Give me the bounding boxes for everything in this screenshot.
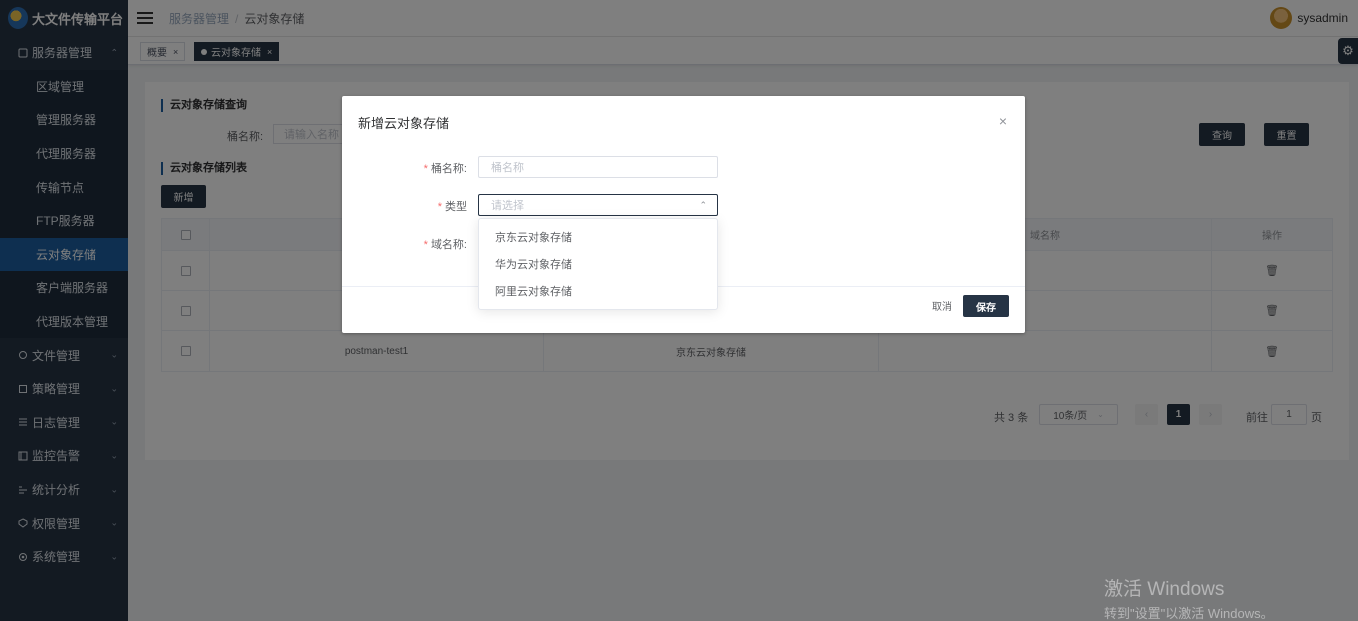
- type-label: * 类型: [342, 198, 467, 214]
- option-huawei-cloud[interactable]: 华为云对象存储: [479, 252, 717, 279]
- type-select-placeholder: 请选择: [491, 200, 524, 212]
- bucket-name-label: * 桶名称:: [342, 160, 467, 176]
- watermark-line1: 激活 Windows: [1104, 579, 1225, 600]
- option-jd-cloud[interactable]: 京东云对象存储: [479, 225, 717, 252]
- type-dropdown: 京东云对象存储 华为云对象存储 阿里云对象存储: [478, 218, 718, 310]
- label-text: 域名称:: [430, 239, 467, 251]
- watermark-line2: 转到"设置"以激活 Windows。: [1104, 606, 1274, 621]
- type-select[interactable]: 请选择 ⌃: [478, 194, 718, 216]
- bucket-name-input[interactable]: 桶名称: [478, 156, 718, 178]
- required-mark: *: [423, 163, 428, 175]
- windows-activation-watermark: 激活 Windows 转到"设置"以激活 Windows。: [1104, 574, 1274, 621]
- label-text: 桶名称:: [430, 163, 467, 175]
- option-aliyun[interactable]: 阿里云对象存储: [479, 279, 717, 306]
- close-icon[interactable]: ×: [999, 113, 1007, 129]
- required-mark: *: [423, 239, 428, 251]
- domain-name-label: * 域名称:: [342, 236, 467, 252]
- required-mark: *: [437, 201, 442, 213]
- cancel-button[interactable]: 取消: [932, 298, 952, 313]
- save-button[interactable]: 保存: [963, 295, 1009, 317]
- dialog-title: 新增云对象存储: [358, 116, 450, 131]
- label-text: 类型: [445, 201, 467, 213]
- chevron-up-icon: ⌃: [699, 199, 707, 210]
